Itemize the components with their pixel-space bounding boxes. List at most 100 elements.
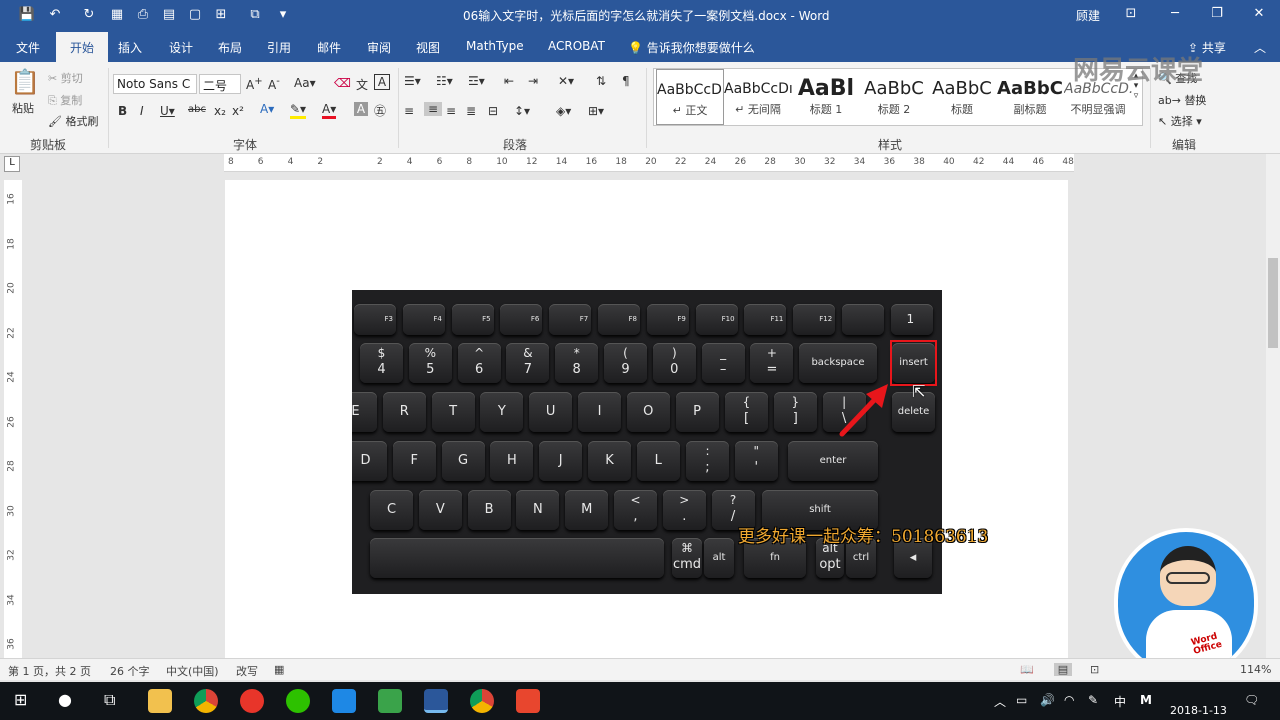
style-heading-1[interactable]: AaBl 标题 1 — [792, 69, 860, 125]
highlight-icon[interactable]: ✎▾ — [290, 102, 307, 119]
print-layout-icon[interactable]: ▤ — [1054, 663, 1072, 676]
tab-insert[interactable]: 插入 — [118, 39, 142, 56]
camtasia-recorder-icon[interactable] — [516, 689, 540, 713]
replace-button[interactable]: ab→ 替换 — [1158, 92, 1206, 108]
redo-icon[interactable]: ↻ — [80, 6, 98, 24]
grow-font-icon[interactable]: A+ — [246, 76, 263, 92]
language[interactable]: 中文(中国) — [166, 663, 219, 679]
netease-music-icon[interactable] — [240, 689, 264, 713]
multilevel-list-icon[interactable]: ☲▾ — [468, 74, 485, 88]
clear-format-icon[interactable]: ⌫ — [334, 76, 351, 90]
minimize-icon[interactable]: ─ — [1160, 4, 1190, 24]
frame-icon[interactable]: ▢ — [186, 6, 204, 24]
align-center-icon[interactable]: ≡ — [424, 102, 442, 116]
task-view-icon[interactable]: ⧉ — [104, 690, 115, 710]
style-normal[interactable]: AaBbCcDı ↵ 正文 — [656, 69, 724, 125]
select-button[interactable]: ↖ 选择 ▾ — [1158, 113, 1202, 129]
wifi-icon[interactable]: ◠ — [1064, 693, 1074, 707]
chinese-layout-icon[interactable]: ✕▾ — [558, 74, 574, 88]
superscript-icon[interactable]: x² — [232, 104, 244, 118]
enclose-char-icon[interactable]: ㊄ — [374, 102, 386, 119]
copy-button[interactable]: ⎘ 复制 — [48, 92, 82, 108]
bold-icon[interactable]: B — [118, 104, 127, 118]
font-name-combo[interactable]: Noto Sans C — [113, 74, 197, 94]
windows-start-icon[interactable]: ⊞ — [14, 690, 27, 709]
style-heading-2[interactable]: AaBbC 标题 2 — [860, 69, 928, 125]
tab-mathtype[interactable]: MathType — [466, 39, 524, 53]
ime-mode-icon[interactable]: M — [1140, 693, 1152, 707]
align-right-icon[interactable]: ≡ — [446, 104, 456, 118]
sort-icon[interactable]: ⇅ — [596, 74, 606, 88]
subscript-icon[interactable]: x₂ — [214, 104, 226, 118]
save-icon[interactable]: 💾 — [18, 6, 36, 24]
phonetic-icon[interactable]: 文 — [356, 76, 368, 93]
battery-icon[interactable]: ▭ — [1016, 693, 1027, 707]
arrange-icon[interactable]: ⧉ — [246, 6, 264, 24]
ruler-icon[interactable]: ⊞ — [212, 6, 230, 24]
numbering-icon[interactable]: ☷▾ — [436, 74, 453, 88]
close-icon[interactable]: ✕ — [1244, 4, 1274, 24]
shrink-font-icon[interactable]: A- — [268, 76, 280, 92]
format-painter-button[interactable]: 🖌 格式刷 — [48, 113, 98, 129]
strikethrough-icon[interactable]: abc — [188, 104, 206, 115]
tab-layout[interactable]: 布局 — [218, 39, 242, 56]
undo-icon[interactable]: ↶ — [46, 6, 64, 24]
increase-indent-icon[interactable]: ⇥ — [528, 74, 538, 88]
ribbon-display-icon[interactable]: ⊡ — [1116, 4, 1146, 24]
font-color-icon[interactable]: A▾ — [322, 102, 337, 119]
italic-icon[interactable]: I — [140, 104, 144, 118]
page-count[interactable]: 第 1 页，共 2 页 — [8, 663, 91, 679]
customize-qat-icon[interactable]: ▾ — [274, 6, 292, 24]
char-shading-icon[interactable]: A — [354, 102, 368, 116]
chrome-icon-2[interactable] — [470, 689, 494, 713]
tab-acrobat[interactable]: ACROBAT — [548, 39, 605, 53]
tab-view[interactable]: 视图 — [416, 39, 440, 56]
show-marks-icon[interactable]: ¶ — [622, 74, 630, 88]
user-name[interactable]: 顾建 — [1076, 7, 1100, 24]
macro-icon[interactable]: ▦ — [274, 663, 284, 676]
maximize-icon[interactable]: ❐ — [1202, 4, 1232, 24]
tab-stop-selector[interactable]: L — [4, 156, 20, 172]
cut-button[interactable]: ✂ 剪切 — [48, 70, 83, 86]
vertical-scrollbar[interactable] — [1266, 154, 1280, 658]
bullets-icon[interactable]: ☰▾ — [404, 74, 421, 88]
chrome-icon[interactable] — [194, 689, 218, 713]
web-layout-icon[interactable]: ⊡ — [1090, 663, 1099, 676]
line-spacing-icon[interactable]: ↕▾ — [514, 104, 530, 118]
system-date[interactable]: 2018-1-13 — [1170, 704, 1227, 717]
overtype-mode[interactable]: 改写 — [236, 663, 258, 679]
style-subtitle[interactable]: AaBbC 副标题 — [996, 69, 1064, 125]
decrease-indent-icon[interactable]: ⇤ — [504, 74, 514, 88]
print-preview-icon[interactable]: ⎙ — [134, 6, 152, 24]
file-explorer-icon[interactable] — [148, 689, 172, 713]
camtasia-icon[interactable] — [378, 689, 402, 713]
ime-indicator[interactable]: 中 — [1114, 693, 1126, 710]
justify-icon[interactable]: ≣ — [466, 104, 476, 118]
align-left-icon[interactable]: ≡ — [404, 104, 414, 118]
font-size-combo[interactable]: 二号 — [199, 74, 241, 94]
tab-references[interactable]: 引用 — [267, 39, 291, 56]
tray-expand-icon[interactable]: ︿ — [994, 693, 1006, 710]
word-count[interactable]: 26 个字 — [110, 663, 150, 679]
paste-button[interactable]: 粘贴 — [12, 100, 34, 116]
underline-icon[interactable]: U▾ — [160, 104, 175, 118]
style-title[interactable]: AaBbC 标题 — [928, 69, 996, 125]
collapse-ribbon-icon[interactable]: ︿ — [1254, 39, 1266, 56]
table-icon[interactable]: ▦ — [108, 6, 126, 24]
char-border-icon[interactable]: A — [374, 74, 390, 90]
read-mode-icon[interactable]: 📖 — [1020, 663, 1034, 676]
tab-file[interactable]: 文件 — [16, 39, 40, 56]
word-icon[interactable] — [424, 689, 448, 713]
text-effects-icon[interactable]: A▾ — [260, 102, 274, 116]
layout-icon[interactable]: ▤ — [160, 6, 178, 24]
style-no-spacing[interactable]: AaBbCcDı ↵ 无间隔 — [724, 69, 792, 125]
paste-icon[interactable]: 📋 — [10, 68, 40, 96]
borders-icon[interactable]: ⊞▾ — [588, 104, 604, 118]
tab-review[interactable]: 审阅 — [367, 39, 391, 56]
scroll-thumb[interactable] — [1268, 258, 1278, 348]
wechat-icon[interactable] — [286, 689, 310, 713]
cortana-icon[interactable]: ● — [58, 690, 72, 709]
volume-icon[interactable]: 🔊 — [1040, 693, 1055, 707]
tell-me-box[interactable]: 💡 告诉我你想要做什么 — [628, 39, 755, 56]
tab-mailings[interactable]: 邮件 — [317, 39, 341, 56]
